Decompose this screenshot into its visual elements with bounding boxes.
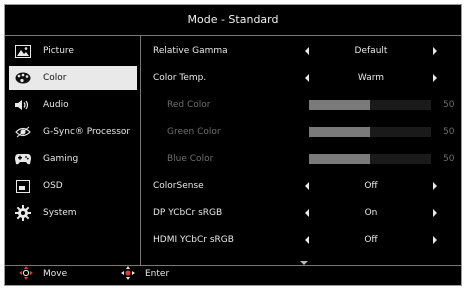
sidebar-item-label: Picture (43, 46, 74, 56)
arrow-right-icon[interactable] (433, 236, 437, 244)
setting-label: Blue Color (167, 154, 214, 164)
sidebar-item-picture[interactable]: Picture (9, 39, 137, 63)
sidebar-item-color[interactable]: Color (9, 66, 137, 90)
setting-value: Off (364, 181, 378, 191)
slider-fill (309, 100, 370, 110)
move-label: Move (43, 269, 68, 279)
sidebar-item-label: System (43, 208, 77, 218)
osd-menu: Mode - Standard Picture Color Audio G-Sy… (4, 4, 462, 286)
blue-color-slider[interactable] (309, 154, 431, 164)
move-hint: Move (19, 263, 67, 285)
gear-icon (15, 205, 31, 221)
setting-value: On (364, 208, 378, 218)
speaker-icon (15, 98, 31, 112)
joystick-move-icon (19, 265, 33, 283)
setting-blue-color[interactable]: Blue Color 50 (151, 147, 455, 171)
slider-fill (309, 127, 370, 137)
red-color-slider[interactable] (309, 100, 431, 110)
sidebar-item-label: G-Sync® Processor (43, 127, 131, 137)
arrow-right-icon[interactable] (433, 47, 437, 55)
sidebar-item-audio[interactable]: Audio (9, 93, 137, 117)
green-color-slider[interactable] (309, 127, 431, 137)
setting-value: Off (364, 235, 378, 245)
gamepad-icon (15, 152, 31, 166)
title-divider (5, 35, 461, 36)
sidebar-item-system[interactable]: System (9, 201, 137, 225)
setting-value: 50 (443, 154, 455, 164)
setting-value: Default (354, 46, 388, 56)
arrow-right-icon[interactable] (433, 74, 437, 82)
setting-label: Relative Gamma (153, 46, 228, 56)
slider-fill (309, 154, 370, 164)
setting-color-temp[interactable]: Color Temp. Warm (151, 66, 451, 90)
arrow-right-icon[interactable] (433, 209, 437, 217)
setting-label: ColorSense (153, 181, 204, 191)
sidebar-item-gaming[interactable]: Gaming (9, 147, 137, 171)
sidebar-item-label: Gaming (43, 154, 79, 164)
sidebar-item-osd[interactable]: OSD (9, 174, 137, 198)
setting-hdmi-ycbcr-srgb[interactable]: HDMI YCbCr sRGB Off (151, 228, 451, 252)
footer: Move Enter (5, 263, 461, 285)
setting-value: Warm (357, 73, 385, 83)
sidebar-item-label: Audio (43, 100, 69, 110)
sidebar-item-gsync[interactable]: G-Sync® Processor (9, 120, 137, 144)
joystick-enter-icon (121, 265, 135, 283)
color-palette-icon (15, 71, 31, 85)
menu-title: Mode - Standard (187, 13, 279, 26)
setting-colorsense[interactable]: ColorSense Off (151, 174, 451, 198)
setting-value: 50 (443, 100, 455, 110)
setting-relative-gamma[interactable]: Relative Gamma Default (151, 39, 451, 63)
setting-label: Color Temp. (153, 73, 207, 83)
setting-green-color[interactable]: Green Color 50 (151, 120, 455, 144)
picture-icon (15, 44, 31, 58)
setting-value: 50 (443, 127, 455, 137)
enter-hint: Enter (121, 263, 169, 285)
sidebar-item-label: Color (43, 73, 67, 83)
setting-label: Red Color (167, 100, 211, 110)
setting-label: Green Color (167, 127, 221, 137)
eye-icon (15, 125, 31, 139)
setting-dp-ycbcr-srgb[interactable]: DP YCbCr sRGB On (151, 201, 451, 225)
setting-red-color[interactable]: Red Color 50 (151, 93, 455, 117)
sidebar-divider (140, 35, 141, 265)
sidebar-item-label: OSD (43, 181, 63, 191)
setting-label: HDMI YCbCr sRGB (153, 235, 234, 245)
setting-label: DP YCbCr sRGB (153, 208, 223, 218)
osd-window-icon (15, 179, 31, 193)
arrow-right-icon[interactable] (433, 182, 437, 190)
enter-label: Enter (145, 269, 170, 279)
